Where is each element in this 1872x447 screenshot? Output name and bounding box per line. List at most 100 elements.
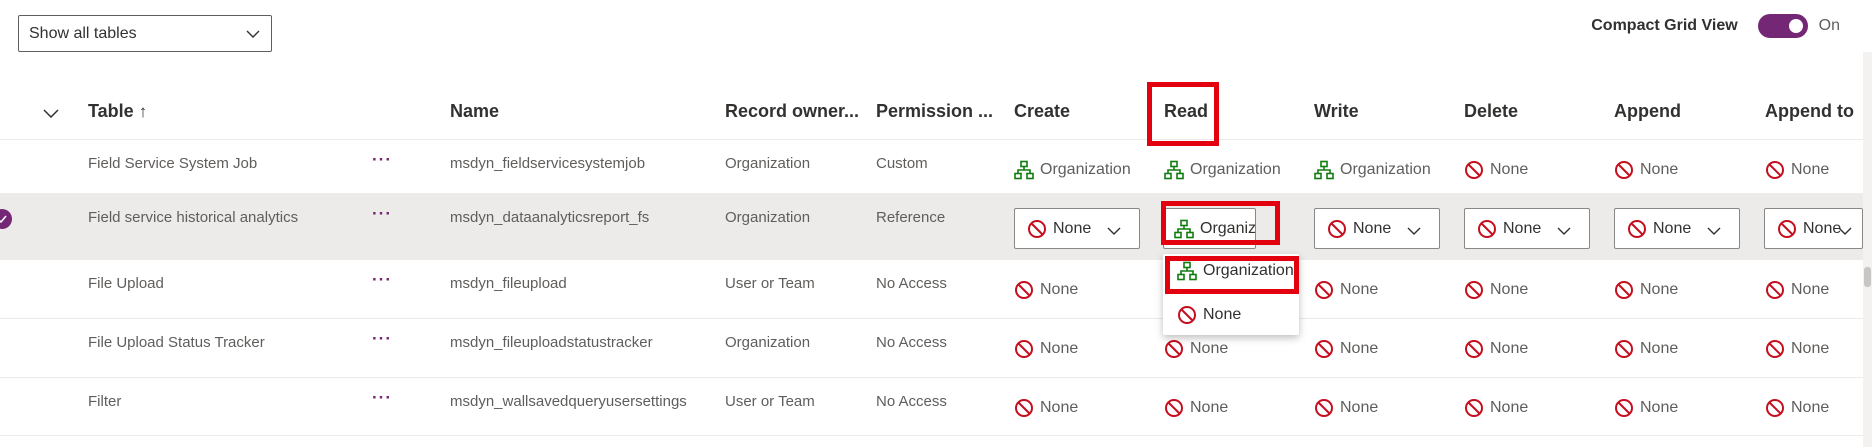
column-header-read[interactable]: Read	[1164, 101, 1208, 122]
menu-option-organization[interactable]: Organization	[1177, 261, 1294, 281]
menu-option-label: Organization	[1203, 262, 1294, 279]
compact-grid-view-control: Compact Grid View On	[1591, 14, 1840, 38]
permissions-grid: Table ↑ Name Record owner... Permission .…	[0, 82, 1872, 447]
row-table-name: File Upload Status Tracker	[88, 334, 265, 351]
append-permission-dropdown[interactable]: None	[1614, 208, 1740, 249]
permission-value: None	[1791, 340, 1830, 357]
append-permission[interactable]: None	[1614, 339, 1678, 359]
append-to-permission-dropdown[interactable]: None	[1764, 208, 1863, 249]
append-permission[interactable]: None	[1614, 160, 1678, 180]
dropdown-value: None	[1353, 219, 1392, 237]
table-row[interactable]: File Upload ··· msdyn_fileupload User or…	[0, 260, 1872, 319]
write-permission-dropdown[interactable]: None	[1314, 208, 1440, 249]
append-to-permission[interactable]: None	[1765, 398, 1829, 418]
table-filter-value: Show all tables	[29, 24, 137, 42]
table-row[interactable]: Filter ··· msdyn_wallsavedqueryusersetti…	[0, 378, 1872, 436]
prohibited-icon	[1315, 340, 1333, 358]
permission-value: None	[1340, 281, 1379, 298]
read-permission[interactable]: None	[1164, 398, 1228, 418]
create-permission[interactable]: None	[1014, 280, 1078, 300]
delete-permission-dropdown[interactable]: None	[1464, 208, 1590, 249]
row-record-owner: Organization	[725, 209, 811, 226]
column-header-create[interactable]: Create	[1014, 101, 1070, 122]
row-table-name: File Upload	[88, 275, 164, 292]
table-filter-dropdown[interactable]: Show all tables	[18, 15, 272, 52]
create-permission[interactable]: Organization	[1014, 160, 1131, 180]
row-more-options-button[interactable]: ···	[372, 329, 392, 349]
row-logical-name: msdyn_dataanalyticsreport_fs	[450, 209, 650, 226]
permission-value: None	[1490, 161, 1529, 178]
chevron-down-icon	[245, 26, 261, 42]
table-row[interactable]: Field service historical analytics ··· m…	[0, 194, 1872, 260]
delete-permission[interactable]: None	[1464, 280, 1528, 300]
permission-value: None	[1490, 399, 1529, 416]
menu-option-label: None	[1203, 306, 1242, 323]
row-more-options-button[interactable]: ···	[372, 150, 392, 170]
row-record-owner: User or Team	[725, 393, 815, 410]
read-permission[interactable]: None	[1164, 339, 1228, 359]
vertical-scrollbar[interactable]	[1863, 52, 1872, 447]
permission-value: Organization	[1340, 161, 1431, 178]
prohibited-icon	[1315, 281, 1333, 299]
delete-permission[interactable]: None	[1464, 339, 1528, 359]
append-to-permission[interactable]: None	[1765, 339, 1829, 359]
check-circle-icon[interactable]	[0, 209, 12, 229]
create-permission[interactable]: None	[1014, 398, 1078, 418]
row-more-options-button[interactable]: ···	[372, 204, 392, 224]
column-header-delete[interactable]: Delete	[1464, 101, 1518, 122]
permission-value: None	[1791, 281, 1830, 298]
read-permission[interactable]: Organization	[1164, 160, 1281, 180]
append-to-permission[interactable]: None	[1765, 280, 1829, 300]
write-permission[interactable]: None	[1314, 339, 1378, 359]
append-to-permission[interactable]: None	[1765, 160, 1829, 180]
column-header-table[interactable]: Table ↑	[88, 101, 147, 122]
chevron-down-icon	[1707, 222, 1727, 240]
menu-option-none[interactable]: None	[1177, 305, 1241, 325]
create-permission-dropdown[interactable]: None	[1014, 208, 1140, 249]
row-more-options-button[interactable]: ···	[372, 388, 392, 408]
column-header-name[interactable]: Name	[450, 101, 499, 122]
permission-value: None	[1791, 399, 1830, 416]
chevron-down-icon	[1407, 222, 1427, 240]
write-permission[interactable]: None	[1314, 280, 1378, 300]
prohibited-icon	[1766, 161, 1784, 179]
sort-ascending-icon: ↑	[138, 102, 148, 121]
column-header-append[interactable]: Append	[1614, 101, 1681, 122]
write-permission[interactable]: None	[1314, 398, 1378, 418]
row-logical-name: msdyn_fileuploadstatustracker	[450, 334, 653, 351]
append-permission[interactable]: None	[1614, 398, 1678, 418]
row-logical-name: msdyn_fileupload	[450, 275, 567, 292]
permission-value: None	[1490, 340, 1529, 357]
write-permission[interactable]: Organization	[1314, 160, 1431, 180]
append-permission[interactable]: None	[1614, 280, 1678, 300]
row-more-options-button[interactable]: ···	[372, 270, 392, 290]
column-header-record-owner[interactable]: Record owner...	[725, 101, 859, 122]
permission-value: None	[1640, 399, 1679, 416]
row-record-owner: Organization	[725, 155, 811, 172]
grid-header-row: Table ↑ Name Record owner... Permission .…	[0, 86, 1872, 140]
row-permission-type: Reference	[876, 209, 946, 226]
chevron-down-icon[interactable]	[42, 104, 60, 122]
read-permission-dropdown[interactable]: Organization	[1163, 208, 1256, 249]
prohibited-icon	[1465, 340, 1483, 358]
row-permission-type: Custom	[876, 155, 928, 172]
table-row[interactable]: Field Service System Job ··· msdyn_field…	[0, 140, 1872, 194]
delete-permission[interactable]: None	[1464, 398, 1528, 418]
prohibited-icon	[1615, 340, 1633, 358]
dropdown-value: None	[1653, 219, 1692, 237]
prohibited-icon	[1766, 340, 1784, 358]
dropdown-value: None	[1053, 219, 1092, 237]
row-logical-name: msdyn_fieldservicesystemjob	[450, 155, 646, 172]
scrollbar-thumb[interactable]	[1864, 267, 1871, 287]
compact-grid-view-toggle[interactable]	[1757, 14, 1808, 38]
prohibited-icon	[1315, 399, 1333, 417]
column-header-write[interactable]: Write	[1314, 101, 1359, 122]
delete-permission[interactable]: None	[1464, 160, 1528, 180]
permission-value: None	[1640, 281, 1679, 298]
table-row[interactable]: File Upload Status Tracker ··· msdyn_fil…	[0, 319, 1872, 378]
column-header-append-to[interactable]: Append to	[1765, 101, 1854, 122]
create-permission[interactable]: None	[1014, 339, 1078, 359]
column-header-permission[interactable]: Permission ...	[876, 101, 993, 122]
prohibited-icon	[1015, 340, 1033, 358]
compact-grid-view-label: Compact Grid View	[1591, 17, 1738, 34]
